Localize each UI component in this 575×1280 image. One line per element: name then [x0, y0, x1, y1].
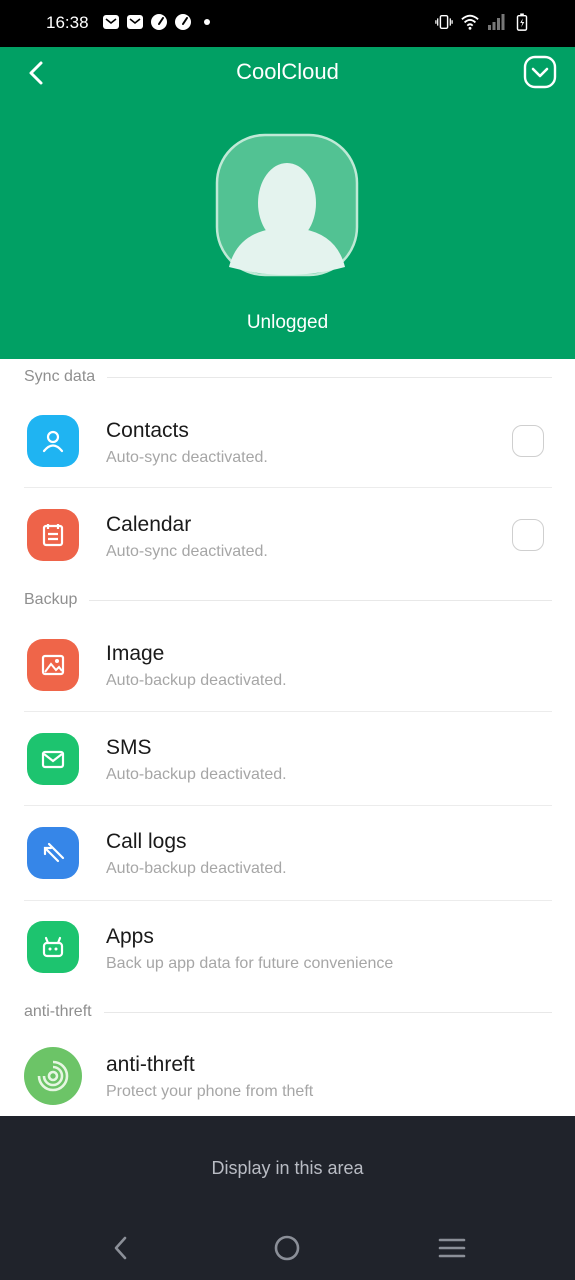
signal-icon — [488, 14, 505, 30]
item-subtitle: Protect your phone from theft — [106, 1083, 314, 1100]
mail-icon — [103, 15, 119, 29]
item-title: SMS — [106, 736, 152, 759]
battery-charging-icon — [516, 13, 528, 31]
item-title: Apps — [106, 925, 154, 948]
mail-icon — [127, 15, 143, 29]
account-header: CoolCloud Unlogged — [0, 47, 575, 359]
back-icon — [114, 1236, 127, 1260]
calendar-icon — [27, 509, 79, 561]
vibrate-icon — [435, 14, 453, 30]
bottom-panel: Display in this area — [0, 1116, 575, 1280]
calendar-sync-checkbox[interactable] — [512, 519, 544, 551]
section-divider — [89, 599, 552, 601]
avatar[interactable] — [215, 133, 359, 277]
home-icon — [274, 1235, 300, 1261]
item-subtitle: Auto-backup deactivated. — [106, 766, 287, 783]
login-status[interactable]: Unlogged — [0, 312, 575, 334]
section-title: anti-threft — [24, 1003, 92, 1020]
speedometer-icon — [175, 14, 191, 30]
section-header-backup: Backup — [24, 590, 552, 610]
list-item-contacts[interactable]: Contacts Auto-sync deactivated. — [0, 393, 575, 488]
item-title: Image — [106, 642, 165, 665]
item-title: anti-threft — [106, 1053, 195, 1076]
list-item-calendar[interactable]: Calendar Auto-sync deactivated. — [0, 488, 575, 582]
section-header-sync: Sync data — [24, 367, 552, 387]
android-icon — [27, 921, 79, 973]
section-divider — [107, 376, 552, 378]
nav-home-button[interactable] — [267, 1234, 307, 1262]
status-time: 16:38 — [46, 13, 89, 32]
section-title: Sync data — [24, 368, 96, 385]
section-header-anti-theft: anti-threft — [24, 1002, 552, 1022]
system-icons — [435, 13, 531, 31]
notification-icons — [102, 13, 216, 31]
section-divider — [103, 1011, 552, 1013]
item-subtitle: Back up app data for future convenience — [106, 955, 394, 972]
list-item-image[interactable]: Image Auto-backup deactivated. — [0, 617, 575, 712]
list-item-call-logs[interactable]: Call logs Auto-backup deactivated. — [0, 805, 575, 901]
bottom-panel-text: Display in this area — [211, 1158, 364, 1178]
wifi-icon — [461, 14, 479, 30]
phone-slash-icon — [27, 827, 79, 879]
page-title: CoolCloud — [236, 59, 339, 84]
image-icon — [27, 639, 79, 691]
item-subtitle: Auto-sync deactivated. — [106, 449, 268, 466]
list-item-sms[interactable]: SMS Auto-backup deactivated. — [0, 711, 575, 806]
speedometer-icon — [151, 14, 167, 30]
item-subtitle: Auto-sync deactivated. — [106, 543, 268, 560]
mail-icon — [27, 733, 79, 785]
dot-icon — [204, 19, 210, 25]
item-title: Contacts — [106, 419, 189, 442]
item-subtitle: Auto-backup deactivated. — [106, 672, 287, 689]
menu-icon — [438, 1238, 466, 1258]
list-item-anti-theft[interactable]: anti-threft Protect your phone from thef… — [0, 1028, 575, 1116]
section-title: Backup — [24, 591, 78, 608]
target-icon — [24, 1047, 82, 1105]
person-icon — [27, 415, 79, 467]
item-title: Calendar — [106, 513, 192, 536]
list-item-apps[interactable]: Apps Back up app data for future conveni… — [0, 900, 575, 994]
contacts-sync-checkbox[interactable] — [512, 425, 544, 457]
chevron-down-circle-icon — [523, 55, 557, 89]
nav-menu-button[interactable] — [432, 1234, 472, 1262]
nav-back-button[interactable] — [101, 1234, 141, 1262]
status-bar: 16:38 — [0, 0, 575, 47]
item-subtitle: Auto-backup deactivated. — [106, 860, 287, 877]
item-title: Call logs — [106, 830, 187, 853]
menu-button[interactable] — [523, 55, 557, 89]
